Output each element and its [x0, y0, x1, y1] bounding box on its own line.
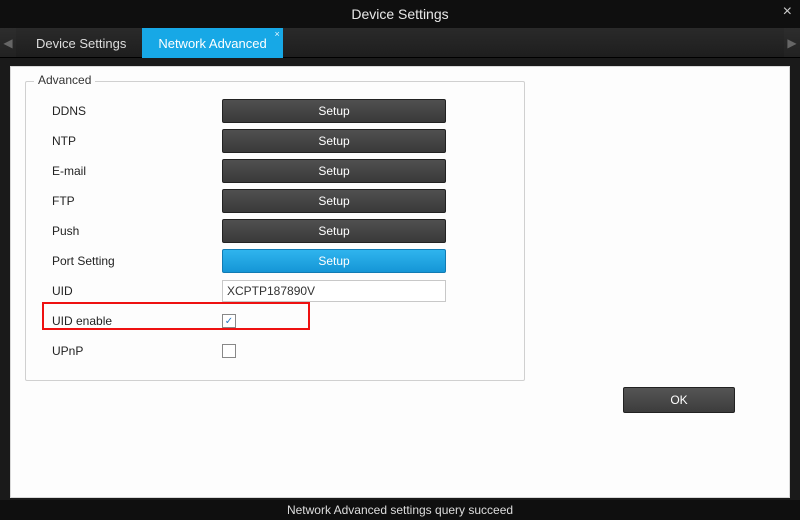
label-port-setting: Port Setting [36, 254, 222, 268]
label-ftp: FTP [36, 194, 222, 208]
fieldset-legend: Advanced [34, 73, 95, 87]
row-push: Push Setup [36, 216, 514, 246]
tabstrip: ◀ Device Settings Network Advanced × ▶ [0, 28, 800, 58]
setup-ntp-button[interactable]: Setup [222, 129, 446, 153]
tab-label: Network Advanced [158, 36, 266, 51]
tab-network-advanced[interactable]: Network Advanced × [142, 28, 282, 58]
tab-close-icon[interactable]: × [274, 29, 279, 39]
status-text: Network Advanced settings query succeed [287, 503, 513, 517]
tab-device-settings[interactable]: Device Settings [20, 28, 142, 58]
row-uid: UID [36, 276, 514, 306]
row-ntp: NTP Setup [36, 126, 514, 156]
setup-push-button[interactable]: Setup [222, 219, 446, 243]
row-port-setting: Port Setting Setup [36, 246, 514, 276]
tab-label: Device Settings [36, 36, 126, 51]
label-push: Push [36, 224, 222, 238]
row-uid-enable: UID enable ✓ [36, 306, 514, 336]
row-email: E-mail Setup [36, 156, 514, 186]
label-ntp: NTP [36, 134, 222, 148]
row-ddns: DDNS Setup [36, 96, 514, 126]
label-ddns: DDNS [36, 104, 222, 118]
label-uid-enable: UID enable [36, 314, 222, 328]
tab-nav-right-icon[interactable]: ▶ [784, 28, 800, 57]
setup-port-setting-button[interactable]: Setup [222, 249, 446, 273]
label-email: E-mail [36, 164, 222, 178]
label-upnp: UPnP [36, 344, 222, 358]
ok-button-label: OK [670, 393, 687, 407]
uid-input[interactable] [222, 280, 446, 302]
tabs: Device Settings Network Advanced × [20, 28, 283, 57]
setup-ddns-button[interactable]: Setup [222, 99, 446, 123]
titlebar: Device Settings × [0, 0, 800, 28]
row-ftp: FTP Setup [36, 186, 514, 216]
label-uid: UID [36, 284, 222, 298]
ok-button[interactable]: OK [623, 387, 735, 413]
tab-nav-left-icon[interactable]: ◀ [0, 28, 16, 57]
setup-ftp-button[interactable]: Setup [222, 189, 446, 213]
upnp-checkbox[interactable] [222, 344, 236, 358]
setup-email-button[interactable]: Setup [222, 159, 446, 183]
advanced-fieldset: Advanced DDNS Setup NTP Setup E-mail Set… [25, 81, 525, 381]
window-title: Device Settings [351, 6, 448, 22]
row-upnp: UPnP [36, 336, 514, 366]
content-area: Advanced DDNS Setup NTP Setup E-mail Set… [10, 66, 790, 498]
close-icon[interactable]: × [783, 4, 792, 20]
statusbar: Network Advanced settings query succeed [0, 500, 800, 520]
uid-enable-checkbox[interactable]: ✓ [222, 314, 236, 328]
